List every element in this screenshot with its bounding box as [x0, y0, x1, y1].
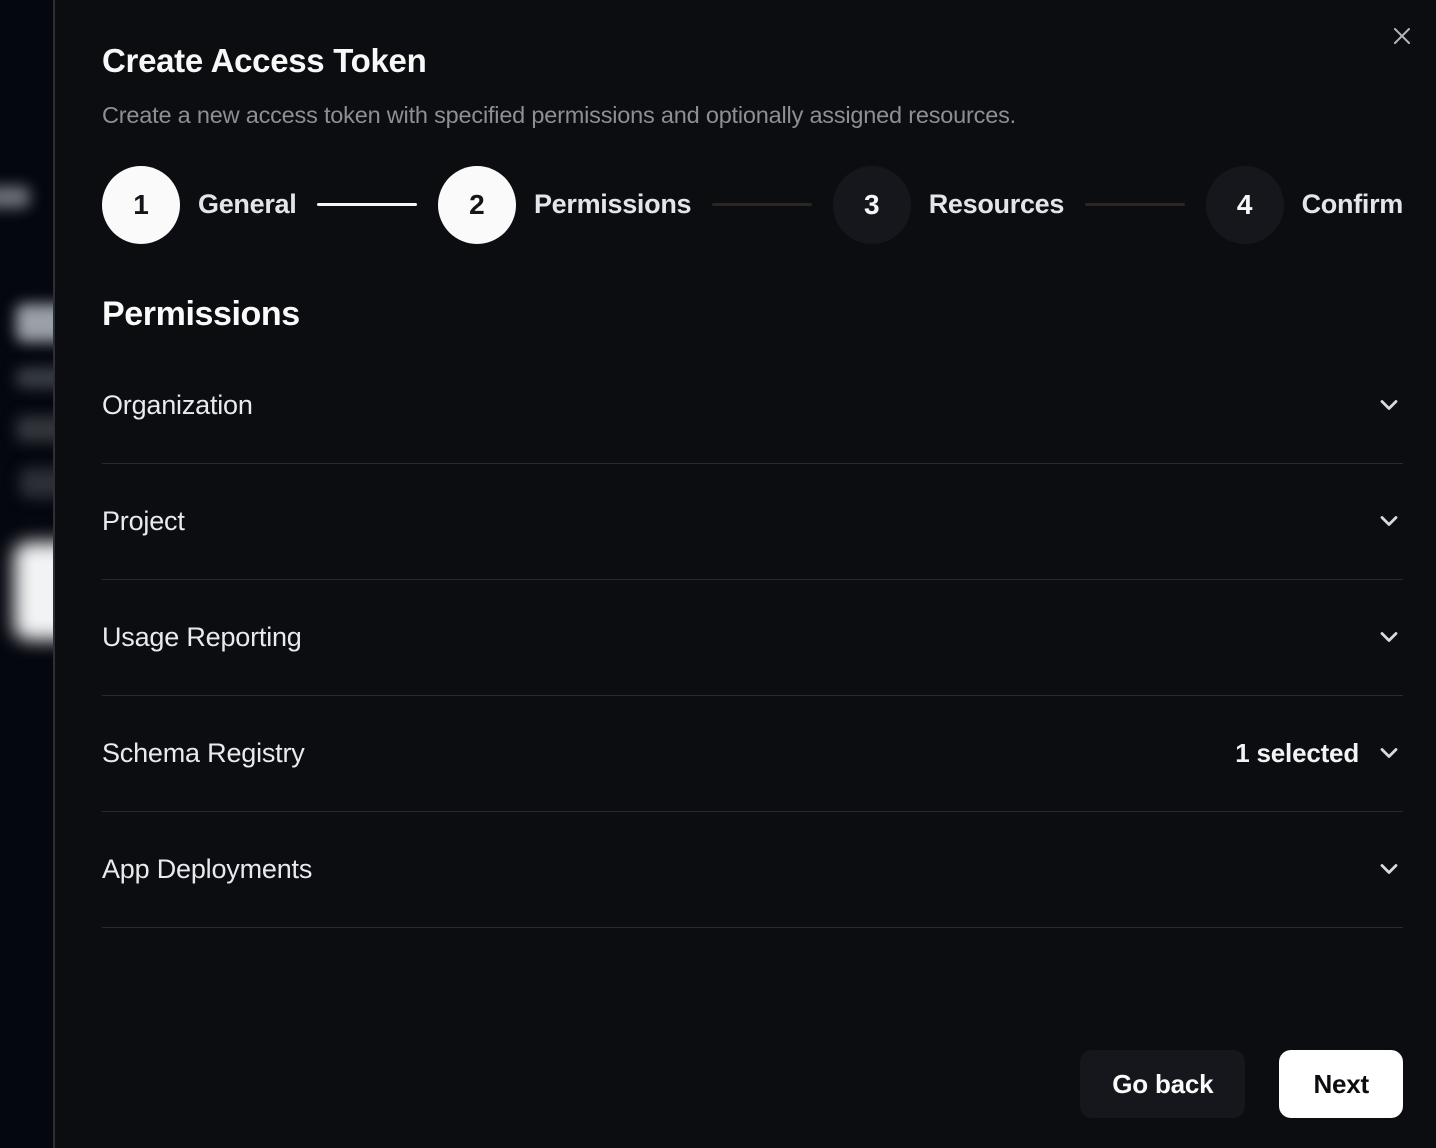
step-connector	[712, 203, 812, 206]
selected-count-badge: 1 selected	[1235, 738, 1359, 769]
step-connector	[317, 203, 417, 206]
background-blur-artifact	[16, 304, 53, 342]
step-label: Permissions	[534, 189, 691, 220]
background-blur-artifact	[16, 416, 53, 442]
step-label: Resources	[929, 189, 1064, 220]
create-access-token-modal: Create Access Token Create a new access …	[55, 0, 1436, 1148]
permission-row-label: App Deployments	[102, 854, 312, 885]
step-label: Confirm	[1302, 189, 1403, 220]
permission-row-label: Usage Reporting	[102, 622, 302, 653]
permission-row-project[interactable]: Project	[102, 464, 1403, 580]
step-connector	[1085, 203, 1185, 206]
page-title: Create Access Token	[102, 42, 1403, 80]
step-resources[interactable]: 3 Resources	[833, 166, 1064, 244]
background-blur-artifact	[0, 186, 30, 208]
background-blur-artifact	[16, 368, 53, 388]
permissions-list: Organization Project Usage Reporting	[102, 348, 1403, 928]
close-icon	[1390, 24, 1414, 48]
step-general[interactable]: 1 General	[102, 166, 296, 244]
permission-row-organization[interactable]: Organization	[102, 348, 1403, 464]
modal-footer: Go back Next	[1080, 1050, 1403, 1118]
permission-row-label: Schema Registry	[102, 738, 305, 769]
permission-row-label: Organization	[102, 390, 253, 421]
close-button[interactable]	[1387, 21, 1417, 51]
chevron-down-icon	[1375, 391, 1403, 419]
wizard-stepper: 1 General 2 Permissions 3 Resources 4 Co…	[102, 166, 1403, 244]
permission-row-usage-reporting[interactable]: Usage Reporting	[102, 580, 1403, 696]
permission-row-label: Project	[102, 506, 185, 537]
step-number-badge: 3	[833, 166, 911, 244]
go-back-button[interactable]: Go back	[1080, 1050, 1245, 1118]
step-number-badge: 2	[438, 166, 516, 244]
chevron-down-icon	[1375, 855, 1403, 883]
step-number-badge: 1	[102, 166, 180, 244]
step-number-badge: 4	[1206, 166, 1284, 244]
chevron-down-icon	[1375, 623, 1403, 651]
modal-subtitle: Create a new access token with specified…	[102, 102, 1403, 129]
background-blur-artifact	[20, 468, 53, 498]
background-page-strip	[0, 0, 53, 1148]
permission-row-schema-registry[interactable]: Schema Registry 1 selected	[102, 696, 1403, 812]
background-blur-artifact	[14, 542, 53, 640]
next-button[interactable]: Next	[1279, 1050, 1403, 1118]
chevron-down-icon	[1375, 507, 1403, 535]
section-heading-permissions: Permissions	[102, 295, 1403, 334]
permission-row-app-deployments[interactable]: App Deployments	[102, 812, 1403, 928]
step-confirm[interactable]: 4 Confirm	[1206, 166, 1403, 244]
step-label: General	[198, 189, 296, 220]
chevron-down-icon	[1375, 739, 1403, 767]
step-permissions[interactable]: 2 Permissions	[438, 166, 691, 244]
